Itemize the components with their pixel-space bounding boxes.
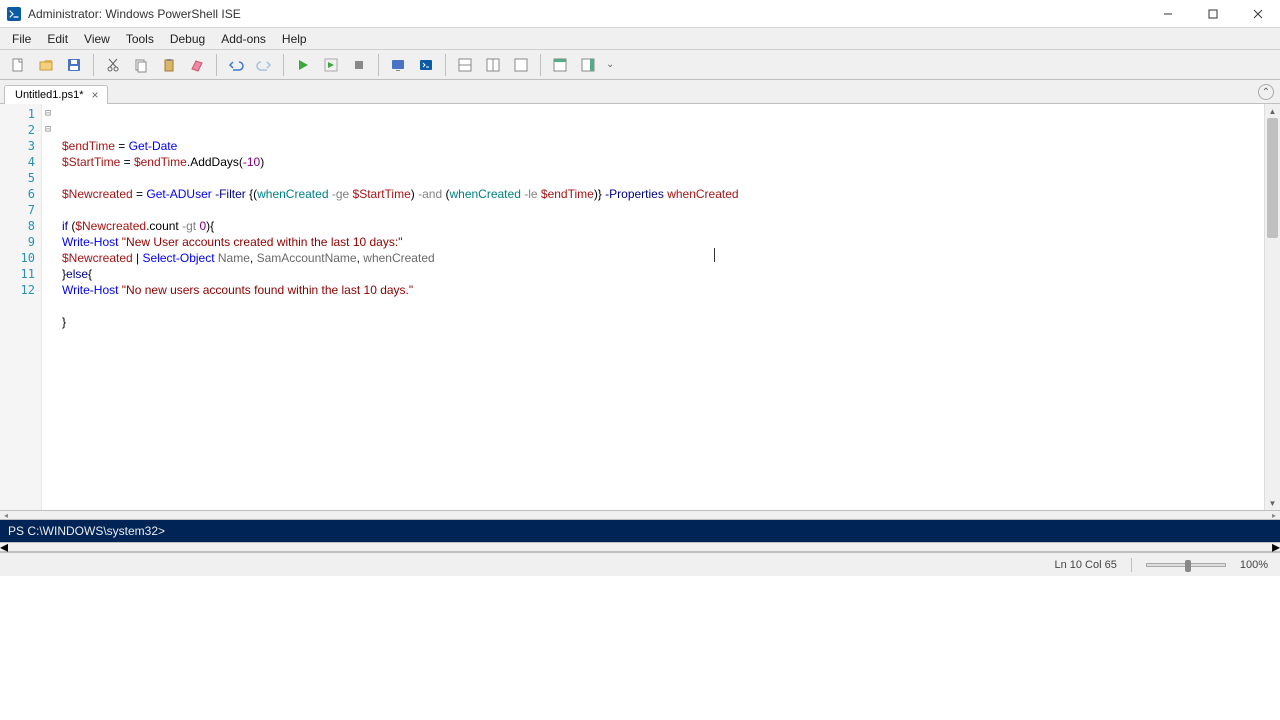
menu-view[interactable]: View xyxy=(76,28,118,49)
status-right: Ln 10 Col 65 100% xyxy=(1054,558,1280,572)
code-line: $Newcreated = Get-ADUser -Filter {(whenC… xyxy=(62,186,1276,202)
menu-tools[interactable]: Tools xyxy=(118,28,162,49)
menu-file[interactable]: File xyxy=(4,28,39,49)
code-line: }else{ xyxy=(62,266,1276,282)
clear-console-button[interactable] xyxy=(185,53,209,77)
show-script-pane-max-button[interactable] xyxy=(509,53,533,77)
toolbar: ⌄ xyxy=(0,50,1280,80)
toolbar-separator xyxy=(93,54,94,76)
splitter-left-icon: ◂ xyxy=(0,511,12,520)
text-cursor xyxy=(714,248,715,262)
code-line xyxy=(62,202,1276,218)
menu-edit[interactable]: Edit xyxy=(39,28,76,49)
undo-button[interactable] xyxy=(224,53,248,77)
menu-debug[interactable]: Debug xyxy=(162,28,213,49)
code-line xyxy=(62,298,1276,314)
script-tab[interactable]: Untitled1.ps1* × xyxy=(4,85,108,104)
zoom-level: 100% xyxy=(1240,559,1268,571)
splitter-right-icon: ▸ xyxy=(1268,511,1280,520)
code-line: Write-Host "No new users accounts found … xyxy=(62,282,1276,298)
toolbar-separator xyxy=(378,54,379,76)
cut-button[interactable] xyxy=(101,53,125,77)
cursor-position: Ln 10 Col 65 xyxy=(1054,559,1116,571)
fold-column: ⊟⊟ xyxy=(42,104,54,510)
minimize-button[interactable] xyxy=(1145,0,1190,28)
start-powershell-button[interactable] xyxy=(414,53,438,77)
toolbar-separator xyxy=(445,54,446,76)
console-bottom-splitter[interactable]: ◂ ▸ xyxy=(0,542,1280,552)
script-editor[interactable]: 123456789101112 ⊟⊟ $endTime = Get-Date$S… xyxy=(0,104,1280,510)
zoom-slider[interactable] xyxy=(1146,563,1226,567)
code-line: Write-Host "New User accounts created wi… xyxy=(62,234,1276,250)
save-file-button[interactable] xyxy=(62,53,86,77)
run-script-button[interactable] xyxy=(291,53,315,77)
statusbar: Ln 10 Col 65 100% xyxy=(0,552,1280,576)
scroll-down-icon[interactable]: ▼ xyxy=(1265,496,1280,510)
code-area[interactable]: $endTime = Get-Date$StartTime = $endTime… xyxy=(54,104,1280,510)
new-file-button[interactable] xyxy=(6,53,30,77)
copy-button[interactable] xyxy=(129,53,153,77)
show-script-pane-top-button[interactable] xyxy=(453,53,477,77)
show-script-pane-right-button[interactable] xyxy=(481,53,505,77)
toolbar-overflow-icon[interactable]: ⌄ xyxy=(604,59,614,70)
console-prompt: PS C:\WINDOWS\system32> xyxy=(8,524,165,538)
app-icon xyxy=(6,6,22,22)
line-gutter: 123456789101112 xyxy=(0,104,42,510)
open-file-button[interactable] xyxy=(34,53,58,77)
close-button[interactable] xyxy=(1235,0,1280,28)
code-line: if ($Newcreated.count -gt 0){ xyxy=(62,218,1276,234)
menu-addons[interactable]: Add-ons xyxy=(213,28,274,49)
show-command-addon-button[interactable] xyxy=(576,53,600,77)
run-selection-button[interactable] xyxy=(319,53,343,77)
pane-splitter[interactable]: ◂ ▸ xyxy=(0,510,1280,520)
status-separator xyxy=(1131,558,1132,572)
scroll-up-icon[interactable]: ▲ xyxy=(1265,104,1280,118)
console-pane[interactable]: PS C:\WINDOWS\system32> xyxy=(0,520,1280,542)
toolbar-separator xyxy=(540,54,541,76)
titlebar: Administrator: Windows PowerShell ISE xyxy=(0,0,1280,28)
redo-button[interactable] xyxy=(252,53,276,77)
maximize-button[interactable] xyxy=(1190,0,1235,28)
code-line: $Newcreated | Select-Object Name, SamAcc… xyxy=(62,250,1276,266)
menubar: File Edit View Tools Debug Add-ons Help xyxy=(0,28,1280,50)
tab-label: Untitled1.ps1* xyxy=(15,89,84,101)
code-line xyxy=(62,170,1276,186)
code-line: $endTime = Get-Date xyxy=(62,138,1276,154)
paste-button[interactable] xyxy=(157,53,181,77)
show-command-button[interactable] xyxy=(548,53,572,77)
stop-button[interactable] xyxy=(347,53,371,77)
window-title: Administrator: Windows PowerShell ISE xyxy=(28,7,1145,21)
new-remote-tab-button[interactable] xyxy=(386,53,410,77)
menu-help[interactable]: Help xyxy=(274,28,315,49)
scroll-thumb[interactable] xyxy=(1267,118,1278,238)
code-line: } xyxy=(62,314,1276,330)
toolbar-separator xyxy=(283,54,284,76)
expand-script-pane-button[interactable]: ⌃ xyxy=(1258,84,1274,100)
editor-scrollbar[interactable]: ▲ ▼ xyxy=(1264,104,1280,510)
code-line: $StartTime = $endTime.AddDays(-10) xyxy=(62,154,1276,170)
window-controls xyxy=(1145,0,1280,27)
tabbar: Untitled1.ps1* × ⌃ xyxy=(0,80,1280,104)
toolbar-separator xyxy=(216,54,217,76)
tab-close-button[interactable]: × xyxy=(90,88,101,102)
